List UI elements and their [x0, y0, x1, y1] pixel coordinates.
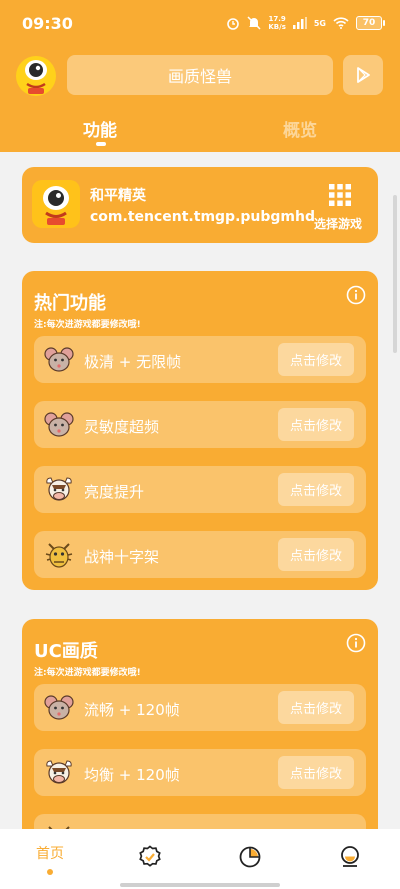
dragon-icon: [45, 543, 73, 568]
bottom-navigation: 首页: [0, 829, 400, 889]
network-speed: 17.9 KB/s: [268, 15, 286, 31]
status-time: 09:30: [22, 13, 73, 33]
game-name: 和平精英: [90, 188, 146, 204]
game-icon: [32, 180, 80, 228]
modify-button[interactable]: 点击修改: [278, 408, 354, 441]
section-note: 注:每次进游戏都要修改哦!: [34, 668, 141, 678]
ox-icon: [46, 477, 72, 501]
item-label: 均衡 + 120帧: [84, 766, 180, 784]
badge-check-icon: [139, 845, 161, 867]
nav-verified[interactable]: [130, 839, 170, 879]
list-item: 亮度提升 点击修改: [34, 466, 366, 513]
info-icon[interactable]: [346, 285, 366, 305]
section-hot-functions: 热门功能 注:每次进游戏都要修改哦! 极清 + 无限帧 点击修改 灵敏度超频 点…: [22, 271, 378, 590]
scrollbar[interactable]: [393, 195, 397, 353]
rat-icon: [44, 412, 74, 437]
ox-icon: [46, 760, 72, 784]
item-label: 战神十字架: [84, 548, 160, 566]
section-title: 热门功能: [34, 293, 106, 314]
selected-game-card[interactable]: 和平精英 com.tencent.tmgp.pubgmhd 选择游戏: [22, 167, 378, 243]
modify-button[interactable]: 点击修改: [278, 538, 354, 571]
section-title: UC画质: [34, 641, 98, 662]
item-label: 灵敏度超频: [84, 418, 160, 436]
home-indicator[interactable]: [120, 883, 280, 887]
status-bar: 09:30 17.9 KB/s 5G 70: [0, 0, 400, 46]
tab-overview[interactable]: 概览: [283, 116, 317, 141]
pie-chart-icon: [239, 846, 261, 868]
nav-active-dot: [47, 869, 53, 875]
nav-stats[interactable]: [230, 839, 270, 879]
info-icon[interactable]: [346, 633, 366, 653]
battery-icon: 70: [356, 16, 385, 30]
tab-functions[interactable]: 功能: [83, 116, 117, 141]
nav-home-label: 首页: [36, 846, 64, 862]
grid-icon[interactable]: [328, 183, 352, 207]
item-label: 流畅 + 120帧: [84, 701, 180, 719]
section-uc-quality: UC画质 注:每次进游戏都要修改哦! 流畅 + 120帧 点击修改 均衡 + 1…: [22, 619, 378, 859]
modify-button[interactable]: 点击修改: [278, 756, 354, 789]
play-button[interactable]: [343, 55, 383, 95]
app-header: 09:30 17.9 KB/s 5G 70 画质怪兽 功能 概览: [0, 0, 400, 152]
profile-icon: [341, 846, 359, 867]
item-label: 极清 + 无限帧: [84, 353, 182, 371]
list-item: 流畅 + 120帧 点击修改: [34, 684, 366, 731]
game-package: com.tencent.tmgp.pubgmhd: [90, 209, 315, 225]
alarm-icon: [227, 18, 240, 30]
network-type: 5G: [313, 18, 326, 28]
mute-icon: [247, 16, 261, 30]
nav-profile[interactable]: [330, 839, 370, 879]
play-store-icon: [357, 67, 370, 83]
rat-icon: [44, 347, 74, 372]
tab-active-indicator: [96, 142, 106, 146]
nav-home[interactable]: 首页: [30, 839, 70, 879]
list-item: 均衡 + 120帧 点击修改: [34, 749, 366, 796]
modify-button[interactable]: 点击修改: [278, 473, 354, 506]
modify-button[interactable]: 点击修改: [278, 343, 354, 376]
select-game-button[interactable]: 选择游戏: [314, 215, 362, 232]
list-item: 极清 + 无限帧 点击修改: [34, 336, 366, 383]
section-note: 注:每次进游戏都要修改哦!: [34, 320, 141, 330]
item-label: 亮度提升: [84, 483, 145, 501]
app-logo-avatar[interactable]: [15, 55, 57, 97]
list-item: 灵敏度超频 点击修改: [34, 401, 366, 448]
app-title: 画质怪兽: [67, 55, 333, 95]
list-item: 战神十字架 点击修改: [34, 531, 366, 578]
wifi-icon: [333, 17, 349, 29]
rat-icon: [44, 695, 74, 720]
modify-button[interactable]: 点击修改: [278, 691, 354, 724]
signal-icon: [292, 17, 307, 29]
status-icons: 17.9 KB/s 5G 70: [226, 15, 385, 31]
